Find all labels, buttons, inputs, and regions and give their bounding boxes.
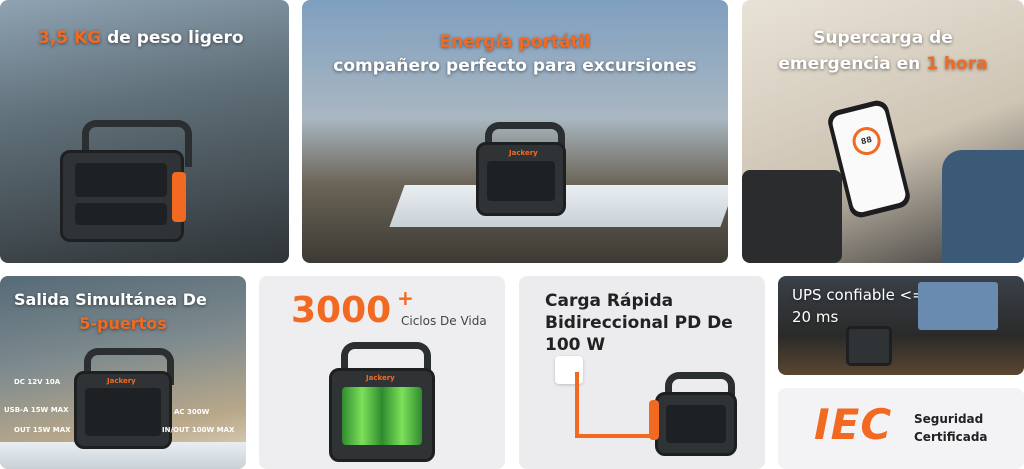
tile-ups: UPS confiable <= 20 ms <box>778 276 1024 375</box>
station-panel <box>666 405 726 443</box>
fast-charge-line2: Bidireccional PD De <box>545 313 733 334</box>
port-inout-label: IN/OUT 100W MAX <box>162 426 235 434</box>
charge-line2: emergencia en 1 hora <box>742 54 1024 74</box>
brand-logo: Jackery <box>366 374 395 382</box>
ups-line1: UPS confiable <= <box>792 286 925 304</box>
phone-screen: 88 <box>830 103 908 215</box>
tile-simultaneous-output: Salida Simultánea De 5-puertos Jackery D… <box>0 276 246 469</box>
station-panel <box>85 388 161 436</box>
brand-logo: Jackery <box>509 149 538 157</box>
port-usba-label: USB-A 15W MAX <box>4 406 69 414</box>
charge-line1: Supercarga de <box>813 28 953 48</box>
iec-text: Seguridad Certificada <box>914 410 988 446</box>
port-ac-label: AC 300W <box>174 408 210 416</box>
station-panel <box>487 161 555 201</box>
power-station <box>846 326 892 366</box>
iec-line1: Seguridad <box>914 412 984 426</box>
power-station <box>60 150 184 242</box>
tile-life-cycles: 3000 + Ciclos De Vida Jackery <box>259 276 505 469</box>
charge-highlight: 1 hora <box>926 54 988 74</box>
station-orange-side <box>649 400 659 440</box>
weight-text: de peso ligero <box>101 28 244 48</box>
station-panel <box>75 163 167 197</box>
charge-line2-prefix: emergencia en <box>778 54 927 74</box>
tile-iec-certified: IEC Seguridad Certificada <box>778 388 1024 469</box>
ups-line2: 20 ms <box>792 308 839 326</box>
fast-charge-text: Carga Rápida Bidireccional PD De 100 W <box>545 290 733 356</box>
iec-logo: IEC <box>814 400 893 449</box>
station-panel <box>75 203 167 225</box>
power-station: Jackery <box>74 371 172 449</box>
weight-value: 3,5 KG <box>38 28 102 48</box>
tile-portable-energy: Energía portátil compañero perfecto para… <box>302 0 728 263</box>
charge-ring: 88 <box>849 124 884 159</box>
cycles-plus: + <box>397 286 414 310</box>
outputs-line1: Salida Simultánea De <box>14 290 207 309</box>
port-dc-label: DC 12V 10A <box>14 378 61 386</box>
power-station <box>655 392 737 456</box>
outputs-line2: 5-puertos <box>79 314 167 333</box>
portable-headline: Energía portátil <box>439 32 591 52</box>
station-orange-side <box>172 172 186 222</box>
fast-charge-line3: 100 W <box>545 335 606 356</box>
power-station: Jackery <box>476 142 566 216</box>
tile-bidirectional-charging: Carga Rápida Bidireccional PD De 100 W <box>519 276 765 469</box>
iec-line2: Certificada <box>914 430 988 444</box>
power-station-cutaway: Jackery <box>329 368 435 462</box>
cycles-label: Ciclos De Vida <box>401 314 487 328</box>
person-arm <box>942 150 1024 263</box>
cycles-number: 3000 <box>291 290 392 331</box>
tile-fast-recharge: Supercarga de emergencia en 1 hora 88 <box>742 0 1024 263</box>
charging-cable <box>575 372 579 436</box>
portable-subline: compañero perfecto para excursiones <box>333 56 697 76</box>
brand-logo: Jackery <box>107 377 136 385</box>
power-station-partial <box>742 170 842 263</box>
monitor-screen <box>918 282 998 330</box>
battery-cells <box>342 387 422 445</box>
fast-charge-line1: Carga Rápida <box>545 291 674 311</box>
weight-headline: 3,5 KG de peso ligero <box>38 28 244 48</box>
port-out-label: OUT 15W MAX <box>14 426 71 434</box>
tile-light-weight: 3,5 KG de peso ligero <box>0 0 289 263</box>
